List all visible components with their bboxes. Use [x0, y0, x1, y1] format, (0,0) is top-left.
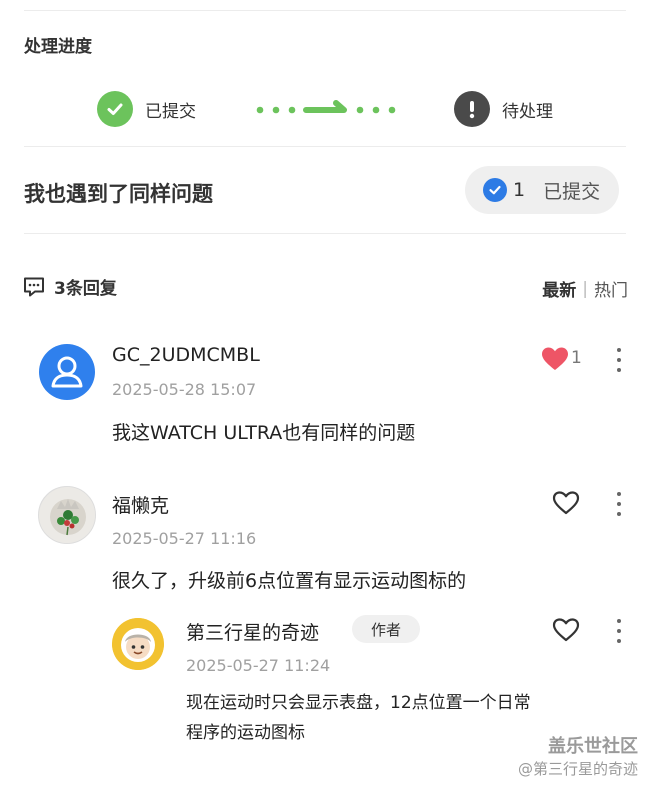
more-icon[interactable] — [616, 492, 622, 516]
check-circle-icon — [483, 178, 507, 202]
avatar[interactable] — [39, 344, 95, 400]
like-count: 1 — [571, 348, 582, 368]
comment-time: 2025-05-28 15:07 — [112, 380, 257, 399]
top-divider — [24, 10, 626, 11]
progress-step-submitted: 已提交 — [97, 91, 196, 127]
reply-header: 3条回复 — [22, 274, 117, 299]
reply-text-line1: 现在运动时只会显示表盘，12点位置一个日常 — [186, 693, 531, 713]
sort-latest[interactable]: 最新 — [542, 276, 576, 301]
same-issue-divider — [24, 233, 626, 234]
same-issue-count: 1 — [513, 179, 526, 201]
reply-count: 3条回复 — [54, 279, 117, 299]
more-icon[interactable] — [616, 348, 622, 372]
reply-text-line2: 程序的运动图标 — [186, 723, 305, 743]
progress-title: 处理进度 — [24, 37, 92, 57]
watermark-user: @第三行星的奇迹 — [517, 760, 638, 778]
heart-filled-icon[interactable] — [541, 346, 569, 372]
same-issue-button-label: 已提交 — [543, 180, 601, 203]
same-issue-label: 我也遇到了同样问题 — [24, 182, 213, 206]
comment-text: 很久了，升级前6点位置有显示运动图标的 — [112, 570, 467, 592]
avatar-image — [39, 487, 95, 543]
same-issue-button[interactable]: 1 已提交 — [465, 166, 619, 214]
progress-arrow-icon — [256, 100, 396, 114]
reply-username[interactable]: 第三行星的奇迹 — [186, 618, 319, 645]
comment-time: 2025-05-27 11:16 — [112, 529, 257, 548]
avatar[interactable] — [112, 618, 164, 670]
step-pending-label: 待处理 — [502, 101, 553, 122]
avatar[interactable] — [38, 486, 96, 544]
reply-time: 2025-05-27 11:24 — [186, 656, 331, 675]
step-submitted-label: 已提交 — [145, 101, 196, 122]
comment-icon — [24, 277, 44, 296]
sort-toggle: 最新 | 热门 — [542, 276, 628, 302]
comment-text: 我这WATCH ULTRA也有同样的问题 — [112, 422, 416, 444]
sort-separator: | — [582, 278, 588, 299]
heart-outline-icon[interactable] — [552, 617, 580, 643]
watermark-site: 盖乐世社区 — [548, 736, 638, 757]
more-icon[interactable] — [616, 619, 622, 643]
progress-step-pending: 待处理 — [454, 91, 553, 127]
sort-hot[interactable]: 热门 — [594, 276, 628, 301]
author-badge: 作者 — [352, 615, 420, 643]
exclamation-circle-icon — [454, 91, 490, 127]
user-icon — [51, 356, 83, 388]
heart-outline-icon[interactable] — [552, 490, 580, 516]
comment-username[interactable]: 福懒克 — [112, 491, 169, 518]
progress-divider — [24, 146, 626, 147]
comment-username[interactable]: GC_2UDMCMBL — [112, 344, 260, 366]
check-circle-icon — [97, 91, 133, 127]
avatar-image — [112, 618, 164, 670]
